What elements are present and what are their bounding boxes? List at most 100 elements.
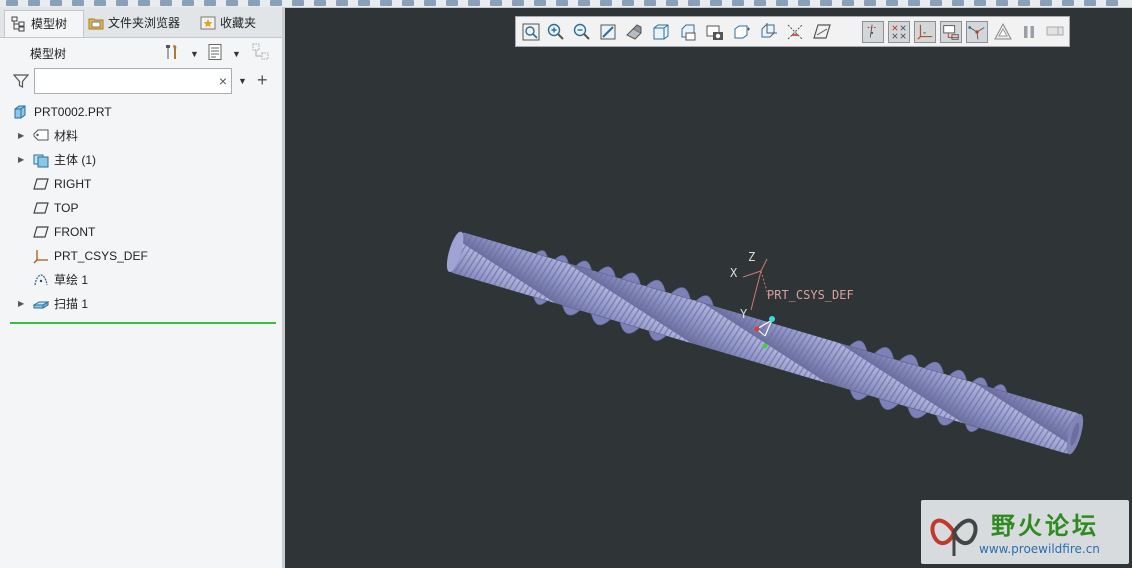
- annotation-display-icon[interactable]: [888, 21, 910, 43]
- insert-here-indicator[interactable]: [10, 322, 276, 324]
- csys-display-icon[interactable]: [862, 21, 884, 43]
- saved-orientations-icon[interactable]: [650, 21, 672, 43]
- toolbar-icon[interactable]: [50, 0, 62, 6]
- toolbar-icon[interactable]: [512, 0, 524, 6]
- toolbar-icon[interactable]: [1084, 0, 1096, 6]
- show-dropdown-icon[interactable]: ▼: [232, 49, 241, 59]
- toolbar-icon[interactable]: [886, 0, 898, 6]
- toolbar-icon[interactable]: [204, 0, 216, 6]
- toolbar-icon[interactable]: [820, 0, 832, 6]
- toolbar-icon[interactable]: [1106, 0, 1118, 6]
- toolbar-icon[interactable]: [798, 0, 810, 6]
- toolbar-icon[interactable]: [666, 0, 678, 6]
- datum-plane-tag-icon[interactable]: [914, 21, 936, 43]
- toolbar-icon[interactable]: [94, 0, 106, 6]
- expand-icon[interactable]: ▶: [18, 293, 24, 315]
- tab-model-tree[interactable]: 模型树: [4, 10, 84, 37]
- toolbar-icon[interactable]: [644, 0, 656, 6]
- point-display-icon[interactable]: [811, 21, 833, 43]
- toolbar-icon[interactable]: [534, 0, 546, 6]
- tree-item-top[interactable]: TOP: [0, 197, 280, 219]
- toolbar-icon[interactable]: [160, 0, 172, 6]
- toolbar-icon[interactable]: [28, 0, 40, 6]
- toolbar-icon[interactable]: [248, 0, 260, 6]
- toolbar-icon[interactable]: [1018, 0, 1030, 6]
- toolbar-icon[interactable]: [600, 0, 612, 6]
- tree-item-front[interactable]: FRONT: [0, 221, 280, 243]
- toolbar-icon[interactable]: [622, 0, 634, 6]
- point-tag-icon[interactable]: [940, 21, 962, 43]
- perspective-icon[interactable]: [704, 21, 726, 43]
- toolbar-icon[interactable]: [732, 0, 744, 6]
- toolbar-icon[interactable]: [754, 0, 766, 6]
- toolbar-icon[interactable]: [292, 0, 304, 6]
- spin-center-icon[interactable]: [731, 21, 753, 43]
- toolbar-icon[interactable]: [358, 0, 370, 6]
- toolbar-icon[interactable]: [908, 0, 920, 6]
- tree-item-part[interactable]: PRT0002.PRT: [0, 101, 280, 123]
- repaint-icon[interactable]: [597, 21, 619, 43]
- tree-filter-settings-icon[interactable]: [252, 43, 270, 61]
- search-dropdown-icon[interactable]: ▼: [238, 76, 247, 86]
- toolbar-icon[interactable]: [1062, 0, 1074, 6]
- toolbar-icon[interactable]: [842, 0, 854, 6]
- toolbar-icon[interactable]: [1040, 0, 1052, 6]
- clear-search-icon[interactable]: ×: [219, 72, 227, 90]
- tree-item-sketch[interactable]: 草绘 1: [0, 269, 280, 291]
- toolbar-icon[interactable]: [6, 0, 18, 6]
- coordinate-system[interactable]: Z X Y PRT_CSYS_DEF: [730, 250, 854, 321]
- toolbar-icon[interactable]: [556, 0, 568, 6]
- view-manager-icon[interactable]: [677, 21, 699, 43]
- zoom-out-icon[interactable]: [571, 21, 593, 43]
- search-input[interactable]: [39, 72, 213, 92]
- axis-display-icon[interactable]: [784, 21, 806, 43]
- toolbar-icon[interactable]: [996, 0, 1008, 6]
- toolbar-icon[interactable]: [182, 0, 194, 6]
- toolbar-icon[interactable]: [864, 0, 876, 6]
- toolbar-icon[interactable]: [930, 0, 942, 6]
- show-columns-icon[interactable]: [206, 43, 224, 61]
- toolbar-icon[interactable]: [270, 0, 282, 6]
- add-filter-icon[interactable]: +: [257, 70, 268, 90]
- toolbar-icon[interactable]: [336, 0, 348, 6]
- tree-item-right[interactable]: RIGHT: [0, 173, 280, 195]
- toolbar-icon[interactable]: [72, 0, 84, 6]
- tree-item-csys[interactable]: PRT_CSYS_DEF: [0, 245, 280, 267]
- tree-item-body[interactable]: ▶ 主体 (1): [0, 149, 280, 171]
- toolbar-icon[interactable]: [226, 0, 238, 6]
- toolbar-icon[interactable]: [446, 0, 458, 6]
- screw-model[interactable]: [441, 221, 1089, 464]
- graphics-viewport[interactable]: Z X Y PRT_CSYS_DEF: [285, 7, 1132, 568]
- tab-favorites[interactable]: 收藏夹: [196, 10, 284, 36]
- tree-settings-dropdown-icon[interactable]: ▼: [190, 49, 199, 59]
- toolbar-icon[interactable]: [952, 0, 964, 6]
- pause-icon[interactable]: [1018, 21, 1040, 43]
- plane-display-icon[interactable]: [757, 21, 779, 43]
- toolbar-icon[interactable]: [688, 0, 700, 6]
- expand-icon[interactable]: ▶: [18, 149, 24, 171]
- csys-tag-icon[interactable]: [966, 21, 988, 43]
- toolbar-icon[interactable]: [974, 0, 986, 6]
- appearance-icon[interactable]: [1044, 21, 1066, 43]
- search-box[interactable]: ×: [34, 68, 232, 94]
- tree-item-sweep[interactable]: ▶ 扫描 1: [0, 293, 280, 315]
- toolbar-icon[interactable]: [776, 0, 788, 6]
- tree-settings-tools-icon[interactable]: [163, 43, 181, 61]
- toolbar-icon[interactable]: [424, 0, 436, 6]
- tab-folder-browser[interactable]: 文件夹浏览器: [84, 10, 192, 36]
- filter-icon[interactable]: [13, 73, 29, 89]
- refit-icon[interactable]: [520, 21, 542, 43]
- toolbar-icon[interactable]: [402, 0, 414, 6]
- toolbar-icon[interactable]: [314, 0, 326, 6]
- toolbar-icon[interactable]: [710, 0, 722, 6]
- toolbar-icon[interactable]: [468, 0, 480, 6]
- zoom-in-icon[interactable]: [545, 21, 567, 43]
- toolbar-icon[interactable]: [116, 0, 128, 6]
- expand-icon[interactable]: ▶: [18, 125, 24, 147]
- toolbar-icon[interactable]: [380, 0, 392, 6]
- spin-center-display-icon[interactable]: [992, 21, 1014, 43]
- tree-item-material[interactable]: ▶ 材料: [0, 125, 280, 147]
- toolbar-icon[interactable]: [490, 0, 502, 6]
- toolbar-icon[interactable]: [138, 0, 150, 6]
- toolbar-icon[interactable]: [578, 0, 590, 6]
